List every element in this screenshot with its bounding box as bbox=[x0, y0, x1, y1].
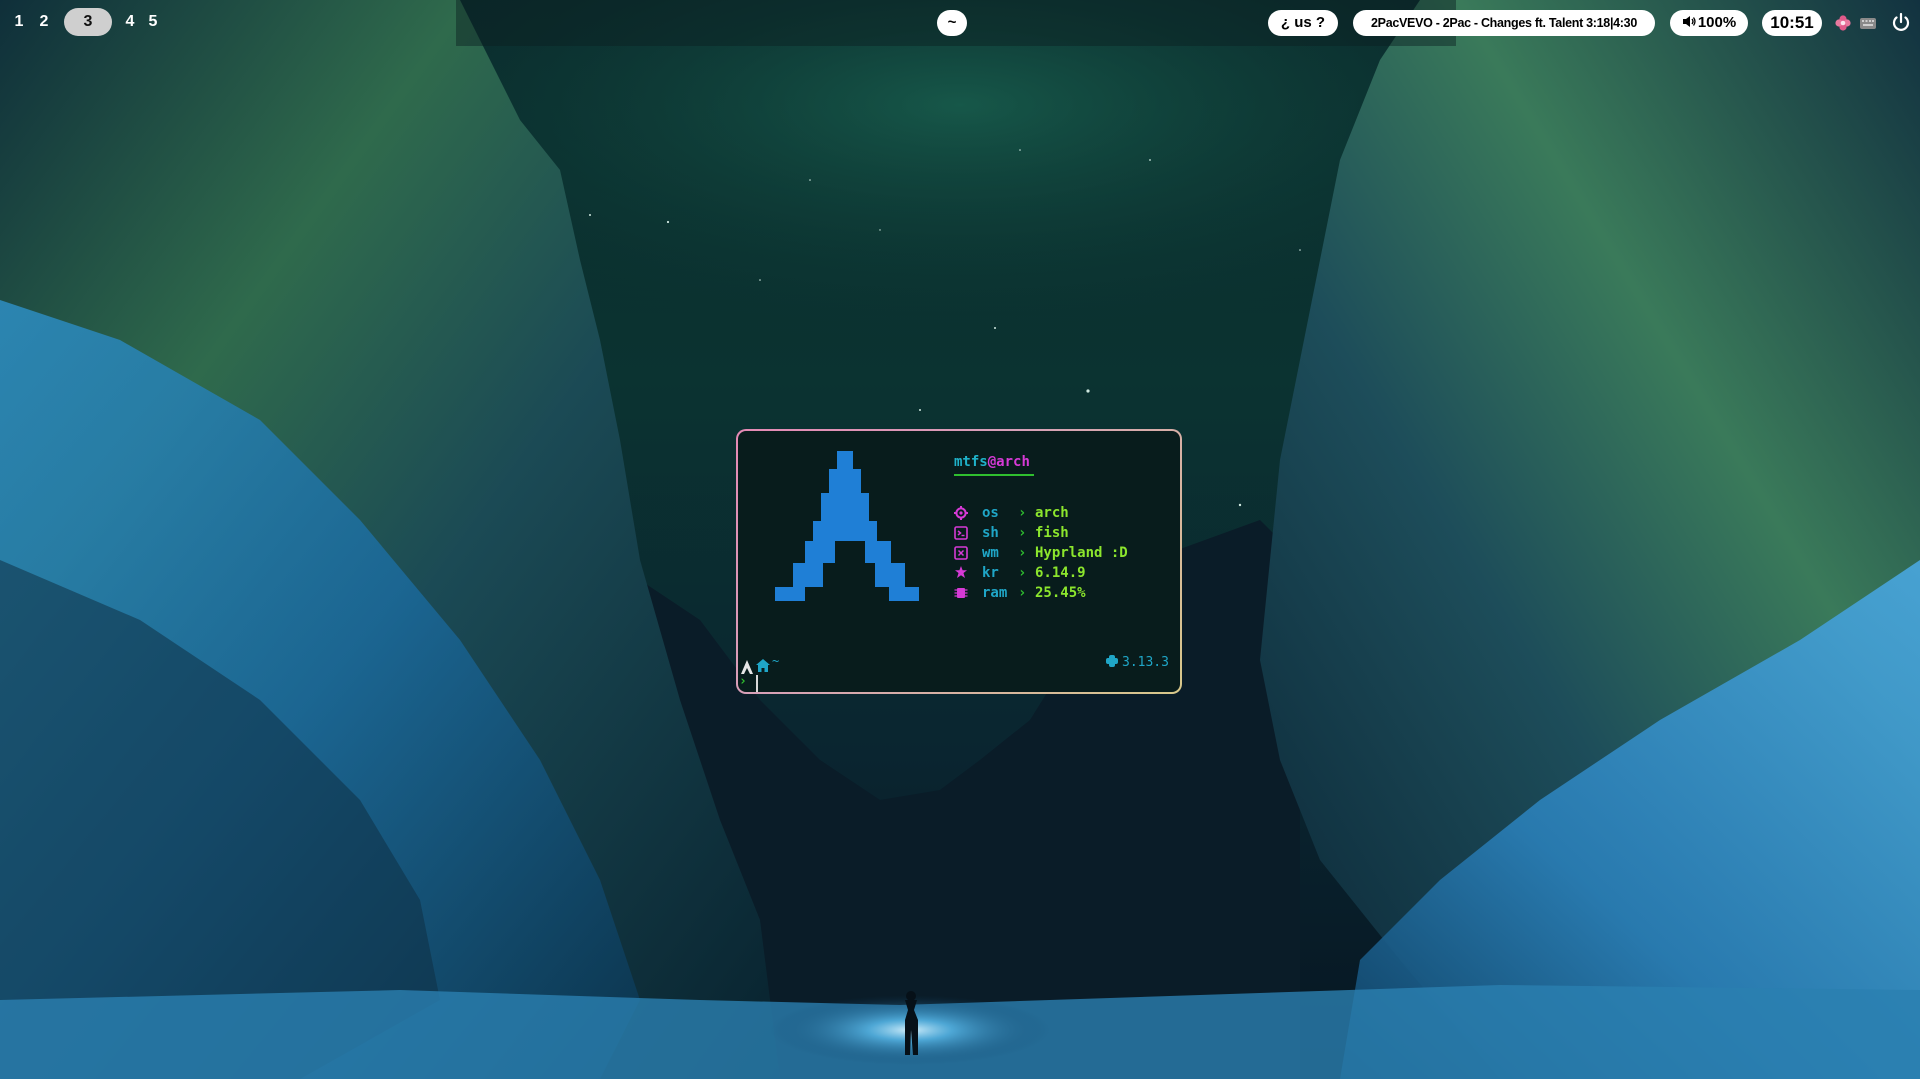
fetch-key: wm bbox=[982, 545, 999, 561]
terminal-window[interactable]: mtfs@arch os › arch sh › fish wm › Hyprl… bbox=[736, 429, 1182, 694]
clock[interactable]: 10:51 bbox=[1762, 10, 1822, 36]
hostname: arch bbox=[996, 454, 1030, 470]
keyboard-icon[interactable] bbox=[1858, 13, 1878, 33]
gear-icon bbox=[954, 506, 968, 520]
at-sign: @ bbox=[987, 454, 997, 470]
window-icon bbox=[954, 546, 968, 560]
fetch-arrow: › bbox=[1018, 525, 1027, 541]
fetch-key: sh bbox=[982, 525, 999, 541]
home-icon bbox=[756, 659, 770, 672]
username: mtfs bbox=[954, 454, 988, 470]
workspace-switcher: 1 2 3 4 5 bbox=[8, 8, 164, 36]
keyboard-layout-indicator[interactable]: ¿ us ? bbox=[1268, 10, 1338, 36]
fetch-value: fish bbox=[1035, 525, 1069, 541]
fetch-value: Hyprland :D bbox=[1035, 545, 1128, 561]
fetch-key: ram bbox=[982, 585, 1008, 601]
user-host-underline bbox=[954, 474, 1034, 476]
prompt-caret: › bbox=[739, 674, 747, 689]
fetch-value: arch bbox=[1035, 505, 1069, 521]
python-version: 3.13.3 bbox=[1106, 655, 1169, 670]
workspace-5[interactable]: 5 bbox=[142, 8, 164, 36]
volume-indicator[interactable]: 100% bbox=[1670, 10, 1748, 36]
fetch-arrow: › bbox=[1018, 505, 1027, 521]
top-bar: 1 2 3 4 5 ~ ¿ us ? 2PacVEVO - 2Pac - Cha… bbox=[0, 0, 1920, 46]
fetch-arrow: › bbox=[1018, 565, 1027, 581]
volume-label: 100% bbox=[1697, 14, 1737, 31]
user-host-label: mtfs@arch bbox=[954, 454, 1030, 470]
fetch-arrow: › bbox=[1018, 545, 1027, 561]
prompt-directory: ~ bbox=[772, 654, 780, 668]
shell-button[interactable]: ~ bbox=[937, 10, 967, 36]
text-cursor[interactable] bbox=[756, 675, 758, 692]
workspace-3-active[interactable]: 3 bbox=[64, 8, 112, 36]
arch-logo-icon bbox=[775, 451, 919, 601]
flower-icon[interactable] bbox=[1833, 13, 1853, 33]
workspace-2[interactable]: 2 bbox=[30, 8, 58, 36]
power-icon[interactable] bbox=[1890, 11, 1912, 33]
python-icon bbox=[1106, 655, 1118, 667]
gear-star-icon bbox=[955, 566, 967, 578]
terminal-icon bbox=[954, 526, 968, 540]
chip-icon bbox=[954, 588, 968, 598]
terminal-content: mtfs@arch os › arch sh › fish wm › Hyprl… bbox=[738, 431, 1180, 692]
fetch-value: 6.14.9 bbox=[1035, 565, 1086, 581]
media-now-playing[interactable]: 2PacVEVO - 2Pac - Changes ft. Talent 3:1… bbox=[1353, 10, 1655, 36]
fetch-value: 25.45% bbox=[1035, 585, 1086, 601]
workspace-4[interactable]: 4 bbox=[118, 8, 142, 36]
fetch-key: kr bbox=[982, 565, 999, 581]
speaker-icon bbox=[1682, 16, 1696, 27]
workspace-1[interactable]: 1 bbox=[8, 8, 30, 36]
fetch-key: os bbox=[982, 505, 999, 521]
python-version-label: 3.13.3 bbox=[1122, 655, 1169, 670]
fetch-arrow: › bbox=[1018, 585, 1027, 601]
